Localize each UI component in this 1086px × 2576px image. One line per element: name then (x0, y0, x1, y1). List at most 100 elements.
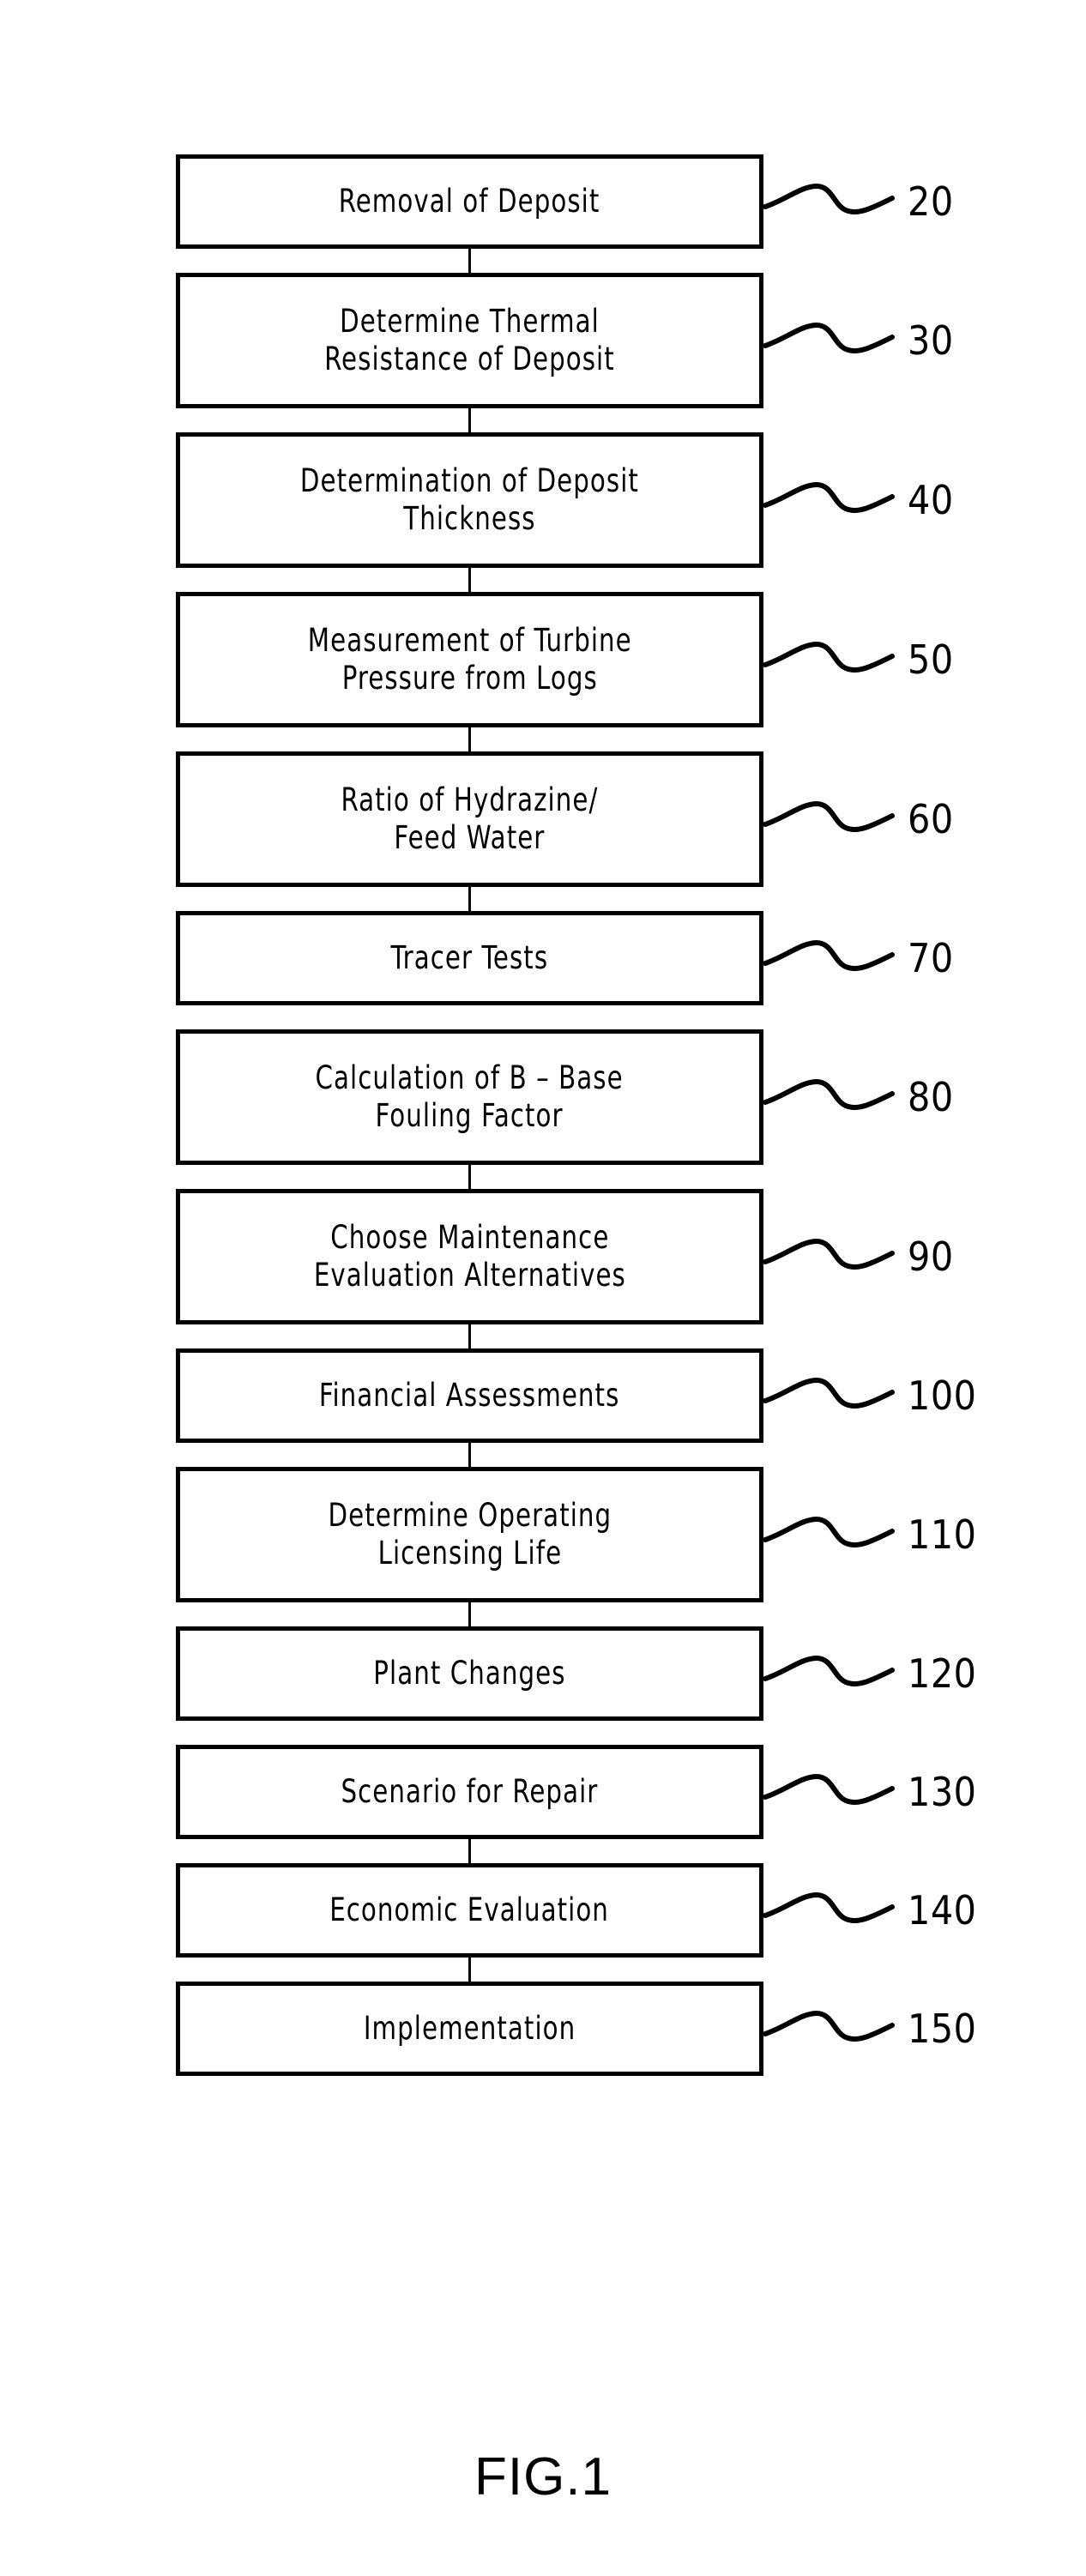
step-label: Determine Thermal Resistance of Deposit (324, 303, 615, 377)
connector-line (468, 1602, 471, 1627)
flow-connector (176, 1164, 763, 1190)
step-label: Ratio of Hydrazine/ Feed Water (341, 781, 599, 856)
connector-line (468, 1164, 471, 1190)
process-step: Calculation of B – Base Fouling Factor 80 (176, 1029, 953, 1165)
reference-numeral: 90 (908, 1234, 954, 1280)
reference-numeral: 150 (908, 2006, 977, 2052)
flow-connector (176, 1324, 763, 1349)
reference-numeral: 70 (908, 935, 954, 981)
reference-numeral-callout: 60 (763, 778, 1047, 860)
leader-line-icon (763, 184, 895, 215)
reference-numeral: 40 (908, 477, 954, 523)
step-removal-of-deposit[interactable]: Removal of Deposit (176, 154, 763, 249)
process-step: Tracer Tests 70 (176, 911, 953, 1005)
connector-line (468, 1838, 471, 1864)
step-label: Scenario for Repair (341, 1773, 599, 1811)
leader-line-icon (763, 1378, 895, 1409)
step-calculation-of-base-fouling-factor[interactable]: Calculation of B – Base Fouling Factor (176, 1029, 763, 1165)
flow-connector (176, 567, 763, 593)
flow-connector (176, 1005, 763, 1029)
process-step: Ratio of Hydrazine/ Feed Water 60 (176, 751, 953, 887)
step-label: Economic Evaluation (329, 1891, 610, 1929)
process-step: Plant Changes 120 (176, 1626, 976, 1721)
leader-line-icon (763, 2011, 895, 2042)
step-financial-assessments[interactable]: Financial Assessments (176, 1348, 763, 1443)
reference-numeral-callout: 100 (763, 1354, 1047, 1437)
step-label: Tracer Tests (390, 939, 549, 977)
step-label: Determination of Deposit Thickness (299, 462, 640, 537)
reference-numeral-callout: 140 (763, 1869, 1047, 1952)
flow-connector (176, 727, 763, 752)
reference-numeral-callout: 150 (763, 1988, 1047, 2070)
step-choose-maintenance-alternatives[interactable]: Choose Maintenance Evaluation Alternativ… (176, 1189, 763, 1324)
step-measurement-of-turbine-pressure[interactable]: Measurement of Turbine Pressure from Log… (176, 592, 763, 727)
process-step: Financial Assessments 100 (176, 1348, 976, 1443)
step-label: Determine Operating Licensing Life (328, 1497, 612, 1572)
process-step: Measurement of Turbine Pressure from Log… (176, 592, 953, 727)
leader-line-icon (763, 323, 895, 354)
step-label: Financial Assessments (319, 1377, 620, 1415)
step-label: Implementation (363, 2010, 576, 2048)
step-scenario-for-repair[interactable]: Scenario for Repair (176, 1745, 763, 1839)
reference-numeral-callout: 110 (763, 1493, 1047, 1576)
process-step: Choose Maintenance Evaluation Alternativ… (176, 1189, 953, 1324)
leader-line-icon (763, 940, 895, 972)
reference-numeral-callout: 70 (763, 917, 1047, 999)
step-label: Measurement of Turbine Pressure from Log… (307, 622, 632, 697)
connector-line (468, 248, 471, 274)
leader-line-icon (763, 1774, 895, 1806)
flowchart-column: Removal of Deposit 20 Determine Thermal Re… (176, 154, 976, 2076)
connector-line (468, 567, 471, 593)
reference-numeral-callout: 50 (763, 618, 1047, 701)
process-step: Determine Operating Licensing Life 110 (176, 1467, 976, 1602)
flow-connector (176, 1721, 763, 1745)
step-implementation[interactable]: Implementation (176, 1982, 763, 2076)
reference-numeral: 130 (908, 1769, 977, 1815)
reference-numeral-callout: 20 (763, 160, 1047, 243)
connector-line (468, 1957, 471, 1982)
flow-connector (176, 1838, 763, 1864)
step-label: Plant Changes (373, 1655, 566, 1692)
flow-connector (176, 1602, 763, 1627)
leader-line-icon (763, 1892, 895, 1924)
reference-numeral-callout: 120 (763, 1632, 1047, 1715)
figure-caption: FIG.1 (474, 2447, 612, 2507)
step-tracer-tests[interactable]: Tracer Tests (176, 911, 763, 1005)
reference-numeral: 60 (908, 796, 954, 842)
flow-connector (176, 407, 763, 433)
reference-numeral: 110 (908, 1511, 977, 1558)
leader-line-icon (763, 1079, 895, 1111)
flow-connector (176, 248, 763, 274)
reference-numeral: 140 (908, 1887, 977, 1934)
step-ratio-of-hydrazine-feed-water[interactable]: Ratio of Hydrazine/ Feed Water (176, 751, 763, 887)
step-determination-of-deposit-thickness[interactable]: Determination of Deposit Thickness (176, 432, 763, 568)
step-label: Removal of Deposit (339, 183, 600, 220)
connector-line (468, 727, 471, 752)
figure-root: Removal of Deposit 20 Determine Thermal Re… (0, 0, 1086, 2576)
reference-numeral-callout: 40 (763, 459, 1047, 541)
reference-numeral: 30 (908, 317, 954, 364)
process-step: Scenario for Repair 130 (176, 1745, 976, 1839)
step-label: Choose Maintenance Evaluation Alternativ… (313, 1219, 626, 1294)
step-label: Calculation of B – Base Fouling Factor (315, 1059, 624, 1134)
leader-line-icon (763, 1239, 895, 1270)
process-step: Determination of Deposit Thickness 40 (176, 432, 953, 568)
reference-numeral: 100 (908, 1372, 977, 1419)
connector-line (468, 407, 471, 433)
leader-line-icon (763, 642, 895, 673)
reference-numeral: 120 (908, 1650, 977, 1697)
step-economic-evaluation[interactable]: Economic Evaluation (176, 1863, 763, 1958)
leader-line-icon (763, 801, 895, 833)
reference-numeral: 50 (908, 636, 954, 683)
reference-numeral-callout: 30 (763, 299, 1047, 382)
step-determine-operating-licensing-life[interactable]: Determine Operating Licensing Life (176, 1467, 763, 1602)
connector-line (468, 886, 471, 912)
connector-line (468, 1324, 471, 1349)
step-plant-changes[interactable]: Plant Changes (176, 1626, 763, 1721)
reference-numeral-callout: 80 (763, 1056, 1047, 1138)
leader-line-icon (763, 1656, 895, 1687)
flow-connector (176, 1957, 763, 1982)
step-determine-thermal-resistance[interactable]: Determine Thermal Resistance of Deposit (176, 273, 763, 408)
process-step: Removal of Deposit 20 (176, 154, 953, 249)
leader-line-icon (763, 1517, 895, 1548)
